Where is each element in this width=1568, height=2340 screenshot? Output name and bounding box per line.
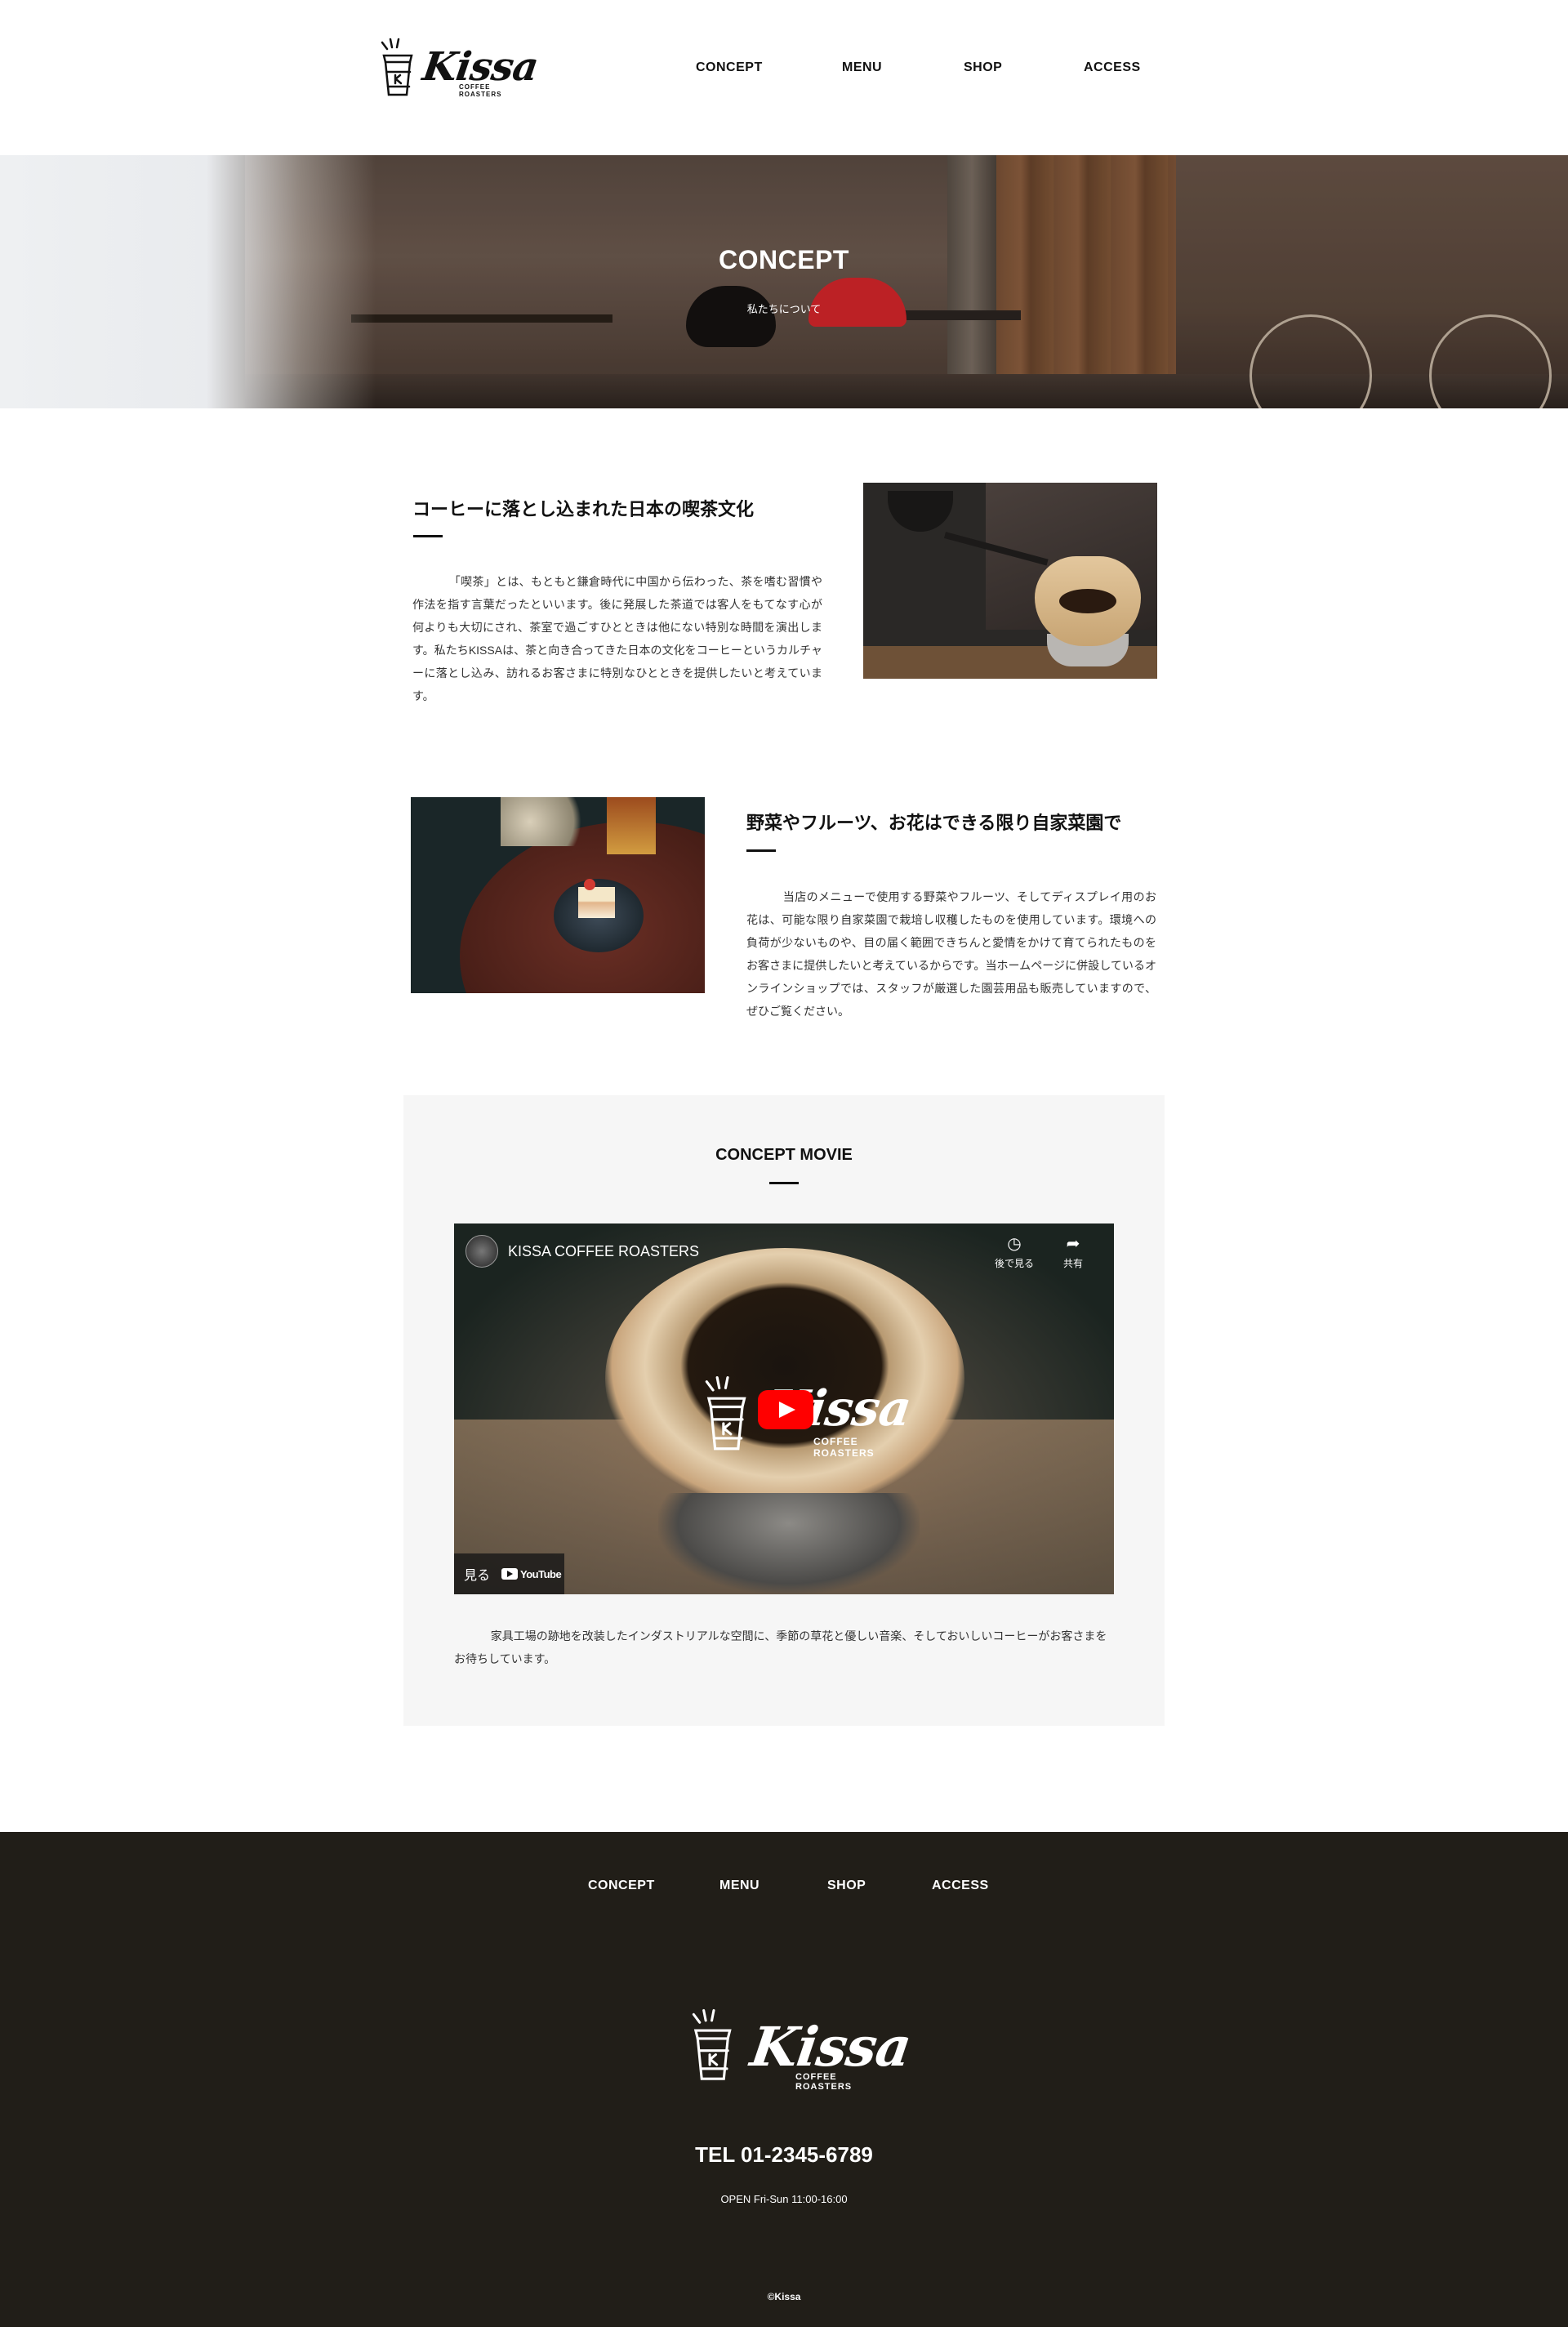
section-title: コーヒーに落とし込まれた日本の喫茶文化 [412,499,755,519]
movie-caption: 家具工場の跡地を改装したインダストリアルな空間に、季節の草花と優しい音楽、そして… [454,1629,1107,1665]
youtube-wordmark: YouTube [520,1567,562,1580]
share-icon: ➦ [1066,1235,1080,1253]
movie-title: CONCEPT MOVIE [715,1146,853,1164]
video-logo-subtitle: COFFEE ROASTERS [813,1436,875,1459]
youtube-play-mini-icon [501,1568,519,1580]
hero-subtitle: 私たちについて [746,303,822,315]
photo-dried-flowers [501,797,599,846]
opening-hours: OPEN Fri-Sun 11:00-16:00 [720,2193,848,2205]
footer-logo-subtitle: COFFEE ROASTERS [795,2072,853,2092]
site-footer: CONCEPT MENU SHOP ACCESS Kissa COFFEE RO… [0,1832,1568,2327]
youtube-video-player[interactable]: Kissa COFFEE ROASTERS KISSA COFFEE ROAST… [454,1223,1114,1594]
footer-nav-shop[interactable]: SHOP [827,1879,866,1893]
watch-later-button[interactable]: ◷ 後で見る [995,1235,1034,1270]
nav-access[interactable]: ACCESS [1084,60,1141,75]
channel-avatar[interactable] [466,1235,498,1268]
youtube-logo-icon: YouTube [501,1567,562,1580]
coffee-cup-logo-icon [705,1375,746,1451]
header-nav: CONCEPT MENU SHOP ACCESS [0,60,1568,80]
hero-banner: CONCEPT 私たちについて [0,155,1568,408]
footer-nav-access[interactable]: ACCESS [932,1879,989,1893]
copyright: ©Kissa [767,2291,801,2302]
share-label: 共有 [1063,1258,1084,1269]
watch-on-youtube-button[interactable]: 見る YouTube [454,1553,564,1594]
section-title: 野菜やフルーツ、お花はできる限り自家菜園で [746,813,1122,833]
footer-logo[interactable]: Kissa COFFEE ROASTERS [688,2007,915,2097]
section-body: 当店のメニューで使用する野菜やフルーツ、そしてディスプレイ用のお花は、可能な限り… [746,890,1156,1018]
coffee-cup-logo-icon [692,2008,732,2080]
footer-logo-wordmark: Kissa [746,2015,915,2079]
photo-cake [578,887,615,918]
concept-movie-section: CONCEPT MOVIE Kissa COFFEE ROASTERS KISS… [403,1095,1165,1726]
photo-strawberry [584,879,595,890]
section-body: 「喫茶」とは、もともと鎌倉時代に中国から伝わった、茶を嗜む習慣や作法を指す言葉だ… [412,575,822,702]
logo-subtitle: COFFEE ROASTERS [459,83,502,98]
hero-title: CONCEPT [719,245,849,274]
photo-coffee-grounds [1059,589,1116,613]
photo-glass-vase [607,797,656,854]
video-thumbnail-server [658,1493,920,1594]
watch-on-label: 見る [464,1569,491,1583]
photo-kettle [888,491,953,532]
nav-concept[interactable]: CONCEPT [696,60,763,75]
footer-nav-concept[interactable]: CONCEPT [588,1879,655,1893]
phone-number[interactable]: TEL 01-2345-6789 [0,2142,1568,2168]
site-header: Kissa COFFEE ROASTERS CONCEPT MENU SHOP … [0,0,1568,155]
video-channel-info[interactable]: KISSA COFFEE ROASTERS [466,1235,699,1268]
footer-nav-menu[interactable]: MENU [719,1879,760,1893]
cake-plate-photo [411,797,705,993]
watch-later-label: 後で見る [995,1258,1035,1269]
pour-over-coffee-photo [863,483,1157,679]
title-underline [413,535,443,537]
hero-left-fade [0,155,376,408]
title-underline [746,849,776,852]
clock-icon: ◷ [1007,1235,1022,1253]
play-button-icon[interactable] [758,1390,813,1429]
channel-name[interactable]: KISSA COFFEE ROASTERS [508,1243,699,1260]
title-underline [769,1182,799,1184]
nav-shop[interactable]: SHOP [964,60,1002,75]
nav-menu[interactable]: MENU [842,60,882,75]
share-button[interactable]: ➦ 共有 [1063,1235,1083,1270]
